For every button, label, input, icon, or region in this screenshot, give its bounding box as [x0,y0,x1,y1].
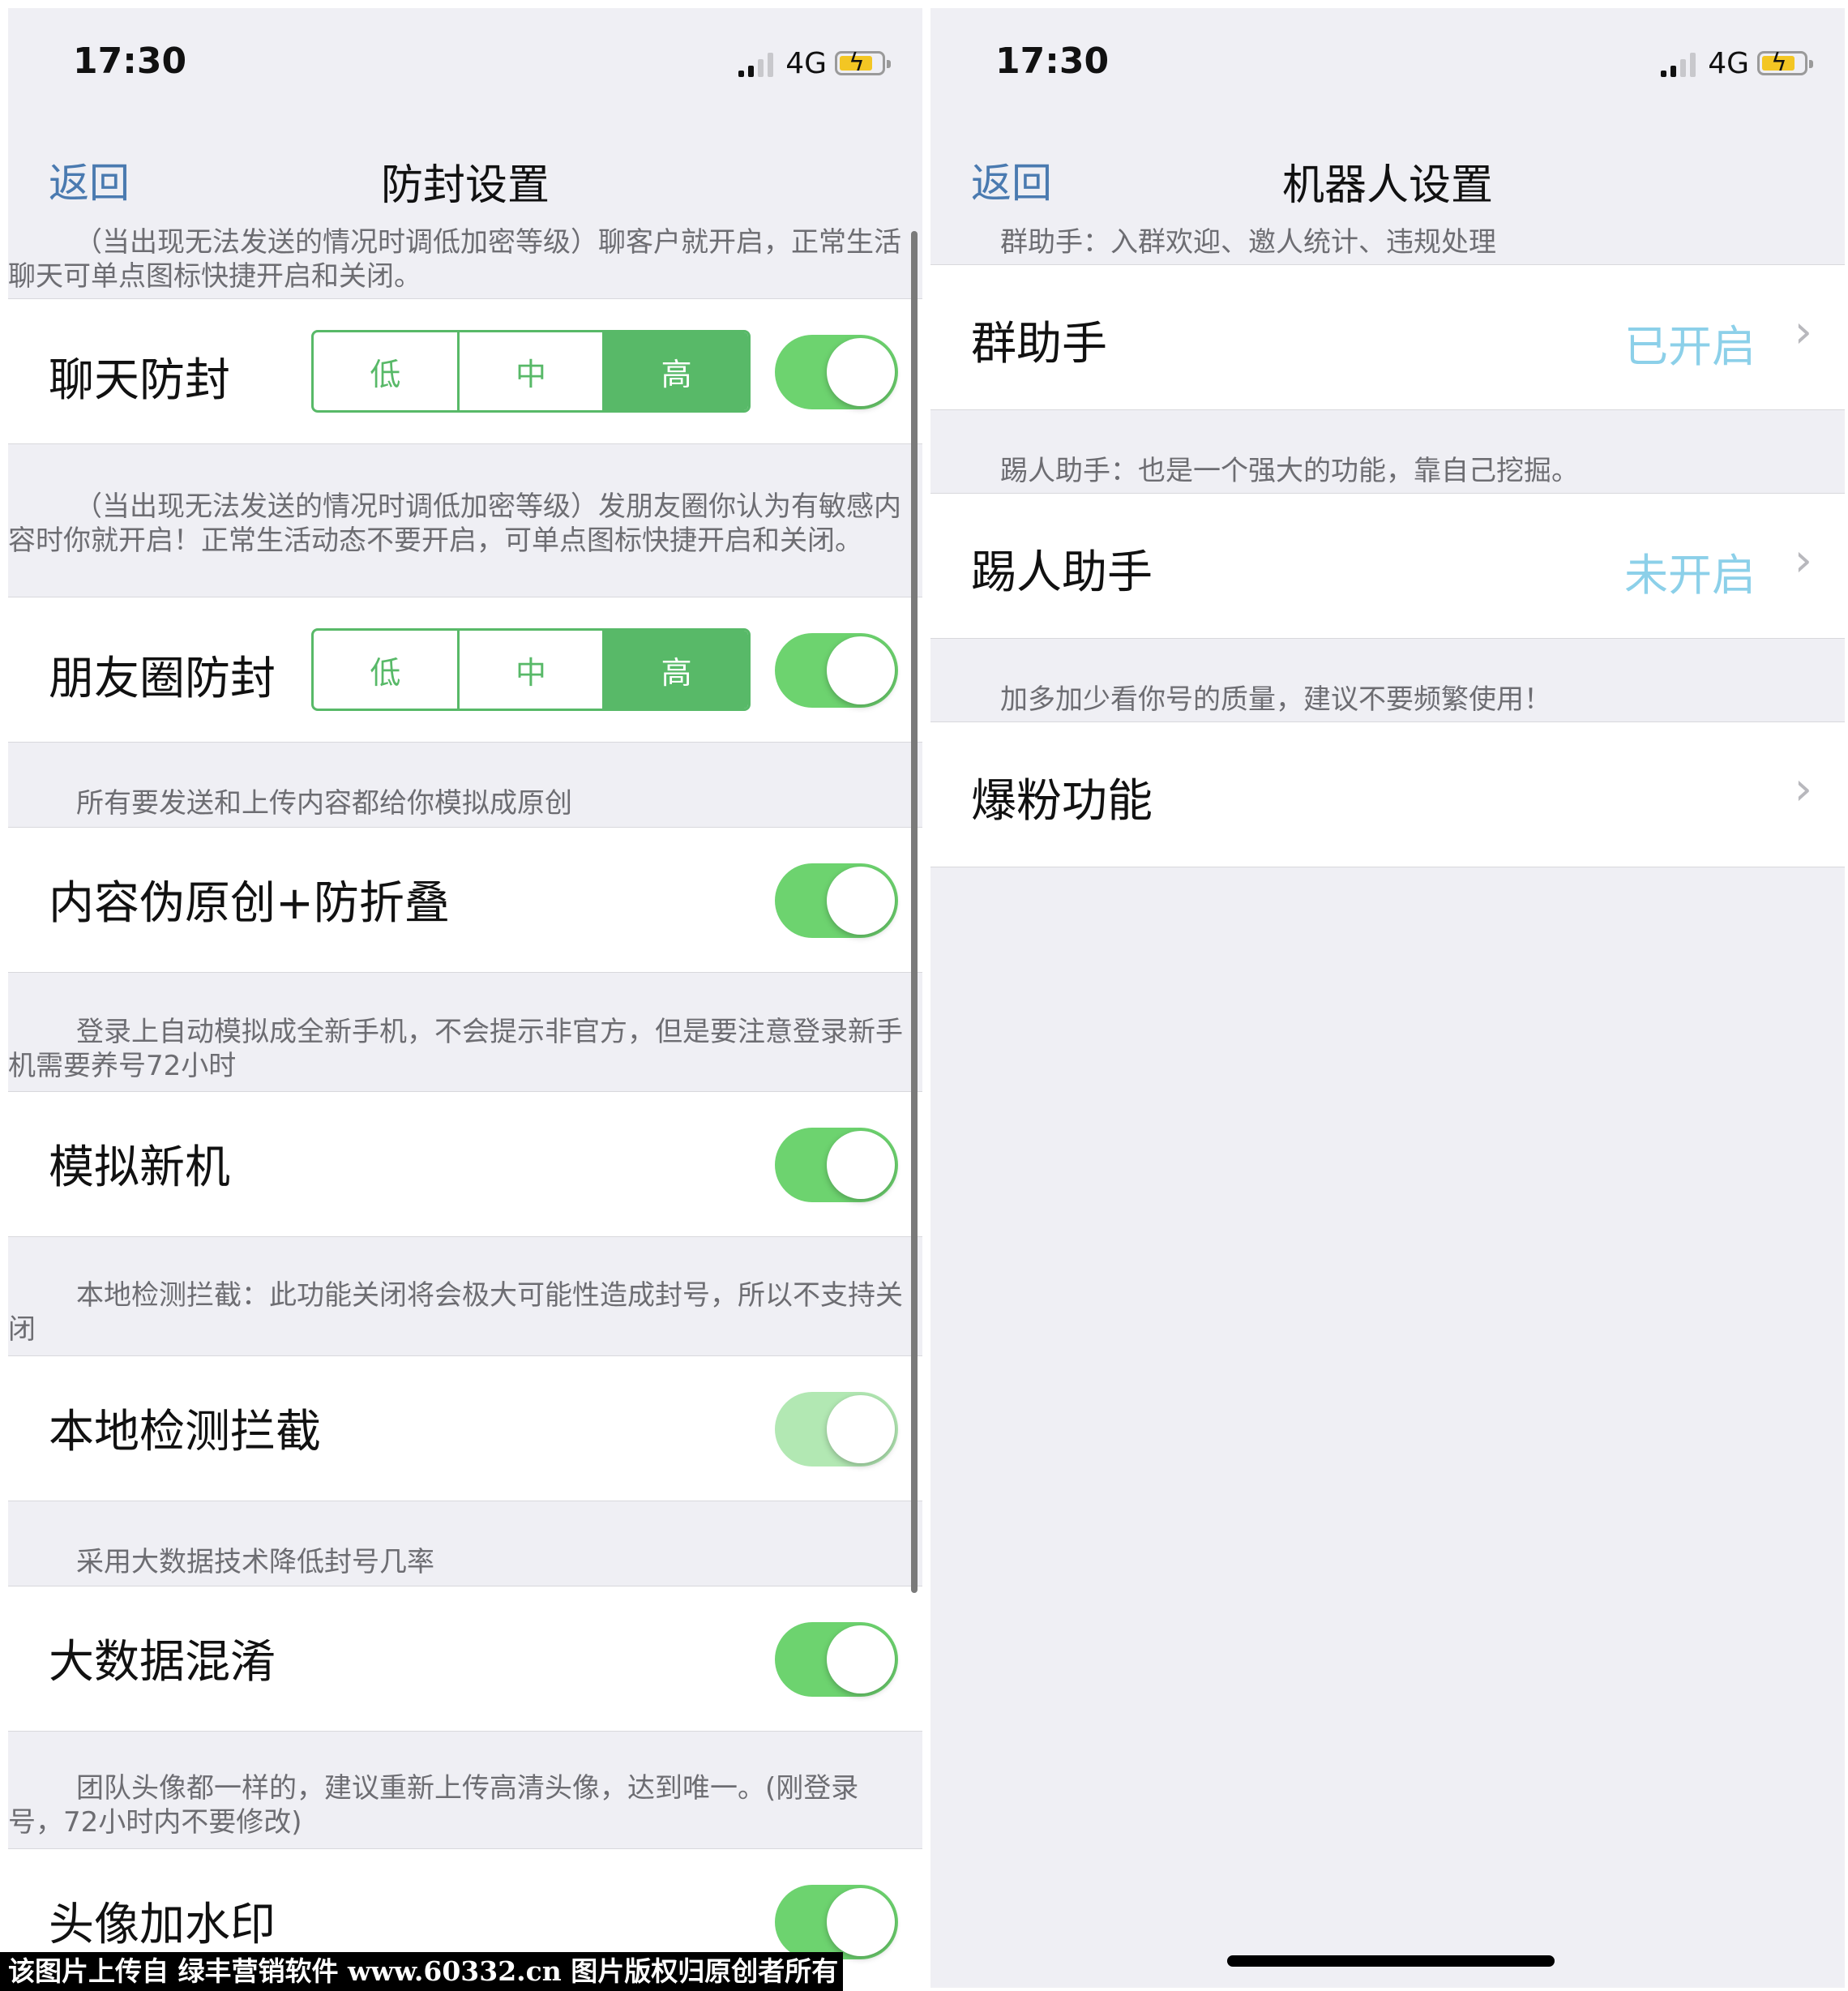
status-bar: 17:30 4G ϟ [8,8,922,122]
scrollbar[interactable] [911,231,918,1593]
page-title: 防封设置 [380,161,550,210]
chat-anti-ban-label: 聊天防封 [49,354,230,407]
kick-assistant-row[interactable]: 踢人助手 未开启 › [930,493,1845,639]
pseudo-original-row: 内容伪原创+防折叠 [8,827,922,973]
section-note-chat: （当出现无法发送的情况时调低加密等级）聊客户就开启，正常生活聊天可单点图标快捷开… [8,226,901,293]
simulate-new-device-row: 模拟新机 [8,1091,922,1237]
fan-boost-label: 爆粉功能 [971,775,1153,828]
level-low-option[interactable]: 低 [314,332,460,410]
kick-assistant-label: 踢人助手 [971,546,1153,599]
network-type: 4G [785,46,827,80]
fan-boost-row[interactable]: 爆粉功能 › [930,721,1845,867]
level-low-option[interactable]: 低 [314,631,460,709]
section-note-local-detection: 本地检测拦截：此功能关闭将会极大可能性造成封号，所以不支持关闭 [8,1279,903,1346]
moments-encryption-level-segment: 低 中 高 [311,628,751,711]
section-note-original: 所有要发送和上传内容都给你模拟成原创 [76,787,572,820]
group-assistant-status: 已开启 [1624,321,1756,372]
network-type: 4G [1708,46,1749,80]
page-title: 机器人设置 [1281,161,1493,210]
pseudo-original-label: 内容伪原创+防折叠 [49,877,450,930]
section-note-moments: （当出现无法发送的情况时调低加密等级）发朋友圈你认为有敏感内容时你就开启！正常生… [8,490,901,557]
navigation-bar: 返回 防封设置 [8,122,922,235]
status-bar: 17:30 4G ϟ [930,8,1845,122]
section-note-avatar: 团队头像都一样的，建议重新上传高清头像，达到唯一。(刚登录号，72小时内不要修改… [8,1772,859,1839]
navigation-bar: 返回 机器人设置 [930,122,1845,235]
simulate-new-device-label: 模拟新机 [49,1141,230,1194]
anti-ban-settings-screen: 17:30 4G ϟ 返回 防封设置 （当出现无法发送的情况时调低加密等级）聊客… [8,8,922,1991]
chevron-right-icon: › [1794,763,1812,816]
battery-icon: ϟ [835,49,891,77]
level-high-option[interactable]: 高 [605,332,748,410]
level-high-option[interactable]: 高 [605,631,748,709]
signal-icon [1661,49,1700,77]
battery-icon: ϟ [1757,49,1813,77]
section-note-group-assistant: 群助手：入群欢迎、邀人统计、违规处理 [1000,226,1496,259]
status-indicators: 4G ϟ [1661,46,1813,80]
moments-anti-ban-row: 朋友圈防封 低 中 高 [8,597,922,743]
section-note-fan-boost: 加多加少看你号的质量，建议不要频繁使用！ [1000,683,1551,716]
chevron-right-icon: › [1794,534,1812,587]
home-indicator[interactable] [1227,1955,1555,1967]
local-detection-toggle [775,1392,898,1466]
watermark-banner: 该图片上传自 绿丰营销软件 www.60332.cn 图片版权归原创者所有 [0,1952,843,1991]
local-detection-label: 本地检测拦截 [49,1406,321,1458]
avatar-watermark-toggle[interactable] [775,1885,898,1959]
status-indicators: 4G ϟ [738,46,891,80]
big-data-obfuscation-toggle[interactable] [775,1622,898,1697]
signal-icon [738,49,777,77]
pseudo-original-toggle[interactable] [775,863,898,938]
section-note-kick-assistant: 踢人助手：也是一个强大的功能，靠自己挖掘。 [1000,455,1579,487]
level-medium-option[interactable]: 中 [460,631,605,709]
status-time: 17:30 [995,41,1110,82]
kick-assistant-status: 未开启 [1624,550,1756,601]
section-note-big-data: 采用大数据技术降低封号几率 [76,1546,434,1578]
level-medium-option[interactable]: 中 [460,332,605,410]
chevron-right-icon: › [1794,306,1812,358]
group-assistant-label: 群助手 [971,318,1107,370]
section-note-new-device: 登录上自动模拟成全新手机，不会提示非官方，但是要注意登录新手机需要养号72小时 [8,1016,903,1082]
moments-anti-ban-label: 朋友圈防封 [49,653,276,705]
simulate-new-device-toggle[interactable] [775,1128,898,1202]
big-data-obfuscation-row: 大数据混淆 [8,1586,922,1732]
robot-settings-screen: 17:30 4G ϟ 返回 机器人设置 群助手：入群欢迎、邀人统计、违规处理 群… [930,8,1845,1988]
status-time: 17:30 [73,41,187,82]
chat-anti-ban-toggle[interactable] [775,335,898,409]
local-detection-row: 本地检测拦截 [8,1355,922,1501]
group-assistant-row[interactable]: 群助手 已开启 › [930,264,1845,410]
big-data-obfuscation-label: 大数据混淆 [49,1636,276,1689]
chat-encryption-level-segment: 低 中 高 [311,330,751,413]
avatar-watermark-label: 头像加水印 [49,1899,276,1951]
chat-anti-ban-row: 聊天防封 低 中 高 [8,298,922,444]
moments-anti-ban-toggle[interactable] [775,633,898,708]
